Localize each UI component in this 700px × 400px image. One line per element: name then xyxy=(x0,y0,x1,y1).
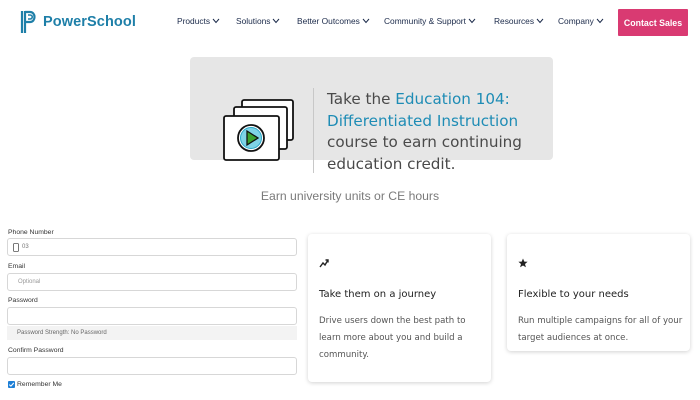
chevron-down-icon xyxy=(212,18,220,24)
phone-icon xyxy=(13,243,19,252)
hero-text-after: course to earn continuing education cred… xyxy=(327,133,522,173)
subtitle: Earn university units or CE hours xyxy=(260,189,440,203)
password-label: Password xyxy=(8,297,38,304)
trending-arrow-icon xyxy=(319,259,329,268)
powerschool-logo-icon xyxy=(20,10,36,33)
feature-card-flexible: Flexible to your needs Run multiple camp… xyxy=(507,234,690,351)
chevron-down-icon xyxy=(273,18,280,24)
card-title: Take them on a journey xyxy=(319,289,437,300)
chevron-down-icon xyxy=(362,18,370,24)
card-description: Run multiple campaigns for all of your t… xyxy=(518,316,683,343)
email-placeholder: Optional xyxy=(18,279,41,285)
card-title: Flexible to your needs xyxy=(518,289,629,300)
phone-label: Phone Number xyxy=(8,229,54,236)
remember-me-checkbox[interactable] xyxy=(8,381,15,388)
hero-text-before: Take the xyxy=(327,90,396,108)
video-stack-play-icon xyxy=(223,99,294,161)
brand-name: PowerSchool xyxy=(43,14,136,30)
nav-item-resources[interactable]: Resources xyxy=(494,16,544,26)
email-label: Email xyxy=(8,263,25,270)
confirm-password-label: Confirm Password xyxy=(8,347,64,354)
phone-field[interactable]: 03 xyxy=(7,238,297,256)
card-description: Drive users down the best path to learn … xyxy=(319,316,466,360)
nav-item-label: Community & Support xyxy=(384,16,466,26)
chevron-down-icon xyxy=(596,18,604,24)
check-icon xyxy=(8,382,15,387)
confirm-password-field[interactable] xyxy=(7,357,297,375)
nav-item-label: Products xyxy=(177,16,211,26)
feature-card-journey: Take them on a journey Drive users down … xyxy=(308,234,491,382)
nav-item-label: Resources xyxy=(494,16,535,26)
email-field[interactable]: Optional xyxy=(7,273,297,291)
nav-item-label: Company xyxy=(558,16,594,26)
hero-text: Take the Education 104: Differentiated I… xyxy=(327,89,557,175)
phone-value: 03 xyxy=(22,244,29,250)
nav-item-label: Solutions xyxy=(236,16,271,26)
nav-item-community-support[interactable]: Community & Support xyxy=(384,16,476,26)
nav-item-better-outcomes[interactable]: Better Outcomes xyxy=(297,16,370,26)
nav-item-company[interactable]: Company xyxy=(558,16,604,26)
chevron-down-icon xyxy=(468,18,476,24)
star-icon xyxy=(518,258,528,268)
powerschool-logo[interactable]: PowerSchool xyxy=(20,10,136,34)
nav-item-products[interactable]: Products xyxy=(177,16,220,26)
site-header: PowerSchool Products Solutions Better Ou… xyxy=(0,0,700,46)
remember-me[interactable]: Remember Me xyxy=(8,381,62,388)
nav-item-solutions[interactable]: Solutions xyxy=(236,16,280,26)
hero-divider xyxy=(313,88,314,173)
nav-item-label: Better Outcomes xyxy=(297,16,360,26)
password-field[interactable] xyxy=(7,307,297,325)
chevron-down-icon xyxy=(536,18,544,24)
contact-sales-button[interactable]: Contact Sales xyxy=(618,9,688,36)
password-strength: Password Strength: No Password xyxy=(7,326,297,340)
remember-me-label: Remember Me xyxy=(17,381,62,388)
